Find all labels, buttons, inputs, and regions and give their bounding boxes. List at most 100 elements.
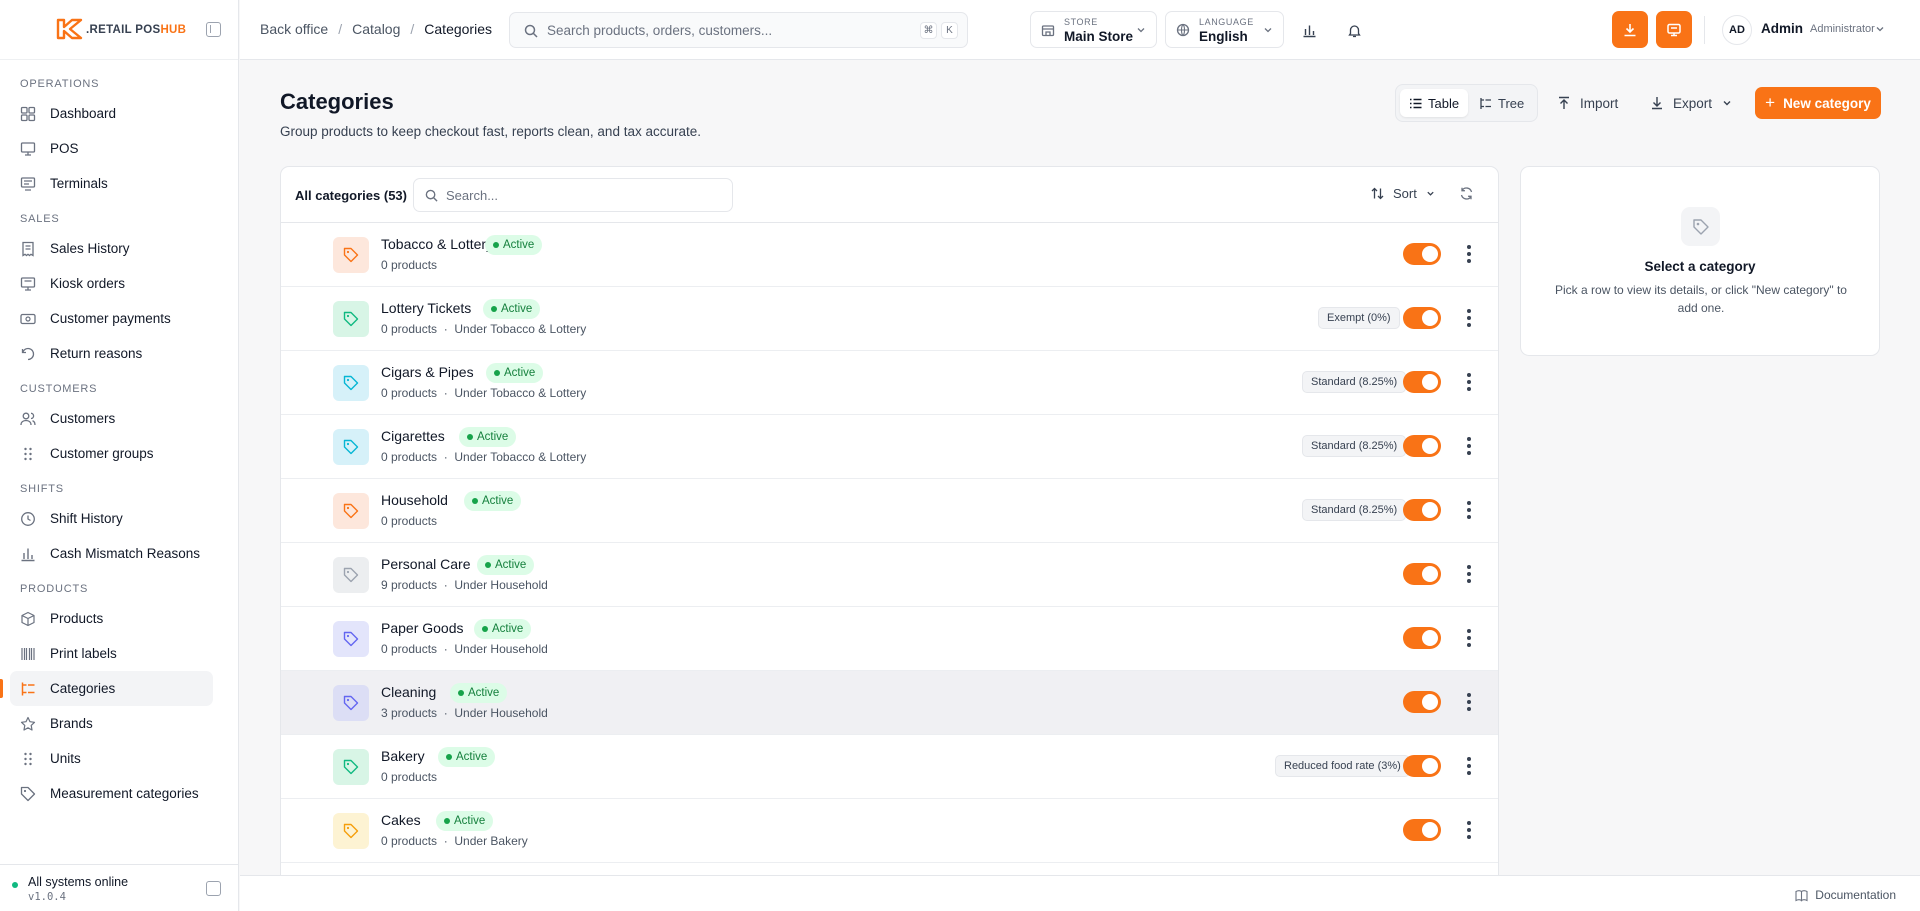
parent-category: Under Household bbox=[454, 578, 548, 592]
search-placeholder: Search... bbox=[446, 188, 499, 203]
active-toggle[interactable] bbox=[1403, 819, 1441, 841]
breadcrumb-back-office[interactable]: Back office bbox=[260, 21, 328, 37]
table-row[interactable]: Lottery Tickets Active 0 products · Under … bbox=[281, 287, 1498, 351]
grid-icon bbox=[20, 446, 36, 462]
active-toggle[interactable] bbox=[1403, 755, 1441, 777]
more-actions-icon[interactable] bbox=[1466, 821, 1472, 839]
sidebar-item-label: Return reasons bbox=[50, 346, 143, 361]
parent-category: Under Tobacco & Lottery bbox=[454, 386, 587, 400]
detail-text: Pick a row to view its details, or click… bbox=[1555, 283, 1847, 315]
sidebar-item-return-reasons[interactable]: Return reasons bbox=[10, 336, 213, 371]
reports-button[interactable] bbox=[1295, 16, 1323, 44]
refresh-icon[interactable] bbox=[1459, 186, 1474, 201]
chevron-down-icon bbox=[1264, 28, 1272, 33]
active-toggle[interactable] bbox=[1403, 435, 1441, 457]
sidebar-item-pos[interactable]: POS bbox=[10, 131, 213, 166]
table-row[interactable]: Tobacco & Lottery Active 0 products bbox=[281, 223, 1498, 287]
more-actions-icon[interactable] bbox=[1466, 693, 1472, 711]
parent-category: Under Household bbox=[454, 642, 548, 656]
sidebar-nav: OPERATIONS Dashboard POS Terminals SALES Sale… bbox=[0, 60, 238, 811]
sidebar-item-label: Print labels bbox=[50, 646, 117, 661]
import-button[interactable]: Import bbox=[1557, 88, 1618, 118]
more-actions-icon[interactable] bbox=[1466, 501, 1472, 519]
sidebar-item-print-labels[interactable]: Print labels bbox=[10, 636, 213, 671]
table-row[interactable]: Paper Goods Active 0 products · Under Hous… bbox=[281, 607, 1498, 671]
page-subtitle: Group products to keep checkout fast, re… bbox=[280, 124, 701, 139]
product-count: 0 products bbox=[381, 642, 438, 656]
more-actions-icon[interactable] bbox=[1466, 373, 1472, 391]
table-row[interactable]: Personal Care Active 9 products · Under Ho… bbox=[281, 543, 1498, 607]
product-count: 9 products bbox=[381, 578, 438, 592]
sidebar-collapse-icon[interactable] bbox=[206, 22, 221, 37]
documentation-link[interactable]: Documentation bbox=[1795, 888, 1896, 902]
sidebar-item-cash-mismatch-reasons[interactable]: Cash Mismatch Reasons bbox=[10, 536, 213, 571]
chevron-down-icon[interactable] bbox=[1875, 24, 1885, 34]
sidebar-item-customer-groups[interactable]: Customer groups bbox=[10, 436, 213, 471]
more-actions-icon[interactable] bbox=[1466, 309, 1472, 327]
category-name: Cigarettes bbox=[381, 428, 445, 444]
sidebar-item-label: Products bbox=[50, 611, 104, 626]
avatar[interactable]: AD bbox=[1722, 15, 1752, 45]
active-toggle[interactable] bbox=[1403, 307, 1441, 329]
view-table-button[interactable]: Table bbox=[1400, 89, 1469, 117]
table-row[interactable]: Cigarettes Active 0 products · Under Tobac… bbox=[281, 415, 1498, 479]
active-toggle[interactable] bbox=[1403, 371, 1441, 393]
global-search-input[interactable]: Search products, orders, customers... ⌘ … bbox=[509, 12, 968, 48]
table-row[interactable]: Cleaning Active 3 products · Under Househo… bbox=[281, 671, 1498, 735]
sidebar-item-categories[interactable]: Categories bbox=[0, 671, 213, 706]
sidebar-item-brands[interactable]: Brands bbox=[10, 706, 213, 741]
sidebar-item-sales-history[interactable]: Sales History bbox=[10, 231, 213, 266]
category-meta: 0 products · Under Tobacco & Lottery bbox=[381, 322, 586, 336]
new-category-button[interactable]: + New category bbox=[1755, 87, 1881, 119]
active-toggle[interactable] bbox=[1403, 499, 1441, 521]
export-label: Export bbox=[1673, 95, 1713, 111]
user-name[interactable]: Admin bbox=[1761, 21, 1803, 36]
table-row[interactable]: Cakes Active 0 products · Under Bakery bbox=[281, 799, 1498, 863]
view-tree-button[interactable]: Tree bbox=[1470, 89, 1533, 117]
sidebar-toggle-icon[interactable] bbox=[206, 881, 221, 896]
bar-chart-icon bbox=[1303, 25, 1315, 37]
sidebar-item-kiosk-orders[interactable]: Kiosk orders bbox=[10, 266, 213, 301]
sidebar-item-customers[interactable]: Customers bbox=[10, 401, 213, 436]
sidebar-item-shift-history[interactable]: Shift History bbox=[10, 501, 213, 536]
tree-icon bbox=[20, 681, 36, 697]
sidebar-item-products[interactable]: Products bbox=[10, 601, 213, 636]
sidebar-item-measurement-categories[interactable]: Measurement categories bbox=[10, 776, 213, 811]
more-actions-icon[interactable] bbox=[1466, 565, 1472, 583]
table-row[interactable]: Household Active 0 products Standard (8.25%… bbox=[281, 479, 1498, 543]
table-row[interactable]: Bakery Active 0 products Reduced food rate … bbox=[281, 735, 1498, 799]
star-icon bbox=[20, 716, 36, 732]
status-badge: Active bbox=[483, 299, 541, 319]
active-toggle[interactable] bbox=[1403, 691, 1441, 713]
sidebar-item-dashboard[interactable]: Dashboard bbox=[10, 96, 213, 131]
category-name: Cleaning bbox=[381, 684, 437, 700]
active-toggle[interactable] bbox=[1403, 563, 1441, 585]
product-count: 0 products bbox=[381, 386, 438, 400]
notifications-button[interactable] bbox=[1340, 16, 1368, 44]
active-toggle[interactable] bbox=[1403, 627, 1441, 649]
more-actions-icon[interactable] bbox=[1466, 245, 1472, 263]
sidebar-item-customer-payments[interactable]: Customer payments bbox=[10, 301, 213, 336]
store-selector[interactable]: STORE Main Store bbox=[1030, 11, 1157, 48]
sidebar-item-units[interactable]: Units bbox=[10, 741, 213, 776]
download-button[interactable] bbox=[1612, 11, 1648, 48]
sidebar-item-terminals[interactable]: Terminals bbox=[10, 166, 213, 201]
table-row[interactable]: Cigars & Pipes Active 0 products · Under T… bbox=[281, 351, 1498, 415]
active-toggle[interactable] bbox=[1403, 243, 1441, 265]
status-badge: Active bbox=[450, 683, 508, 703]
sort-button[interactable]: Sort bbox=[1371, 186, 1444, 201]
open-pos-button[interactable] bbox=[1656, 11, 1692, 48]
breadcrumb-catalog[interactable]: Catalog bbox=[352, 21, 400, 37]
divider bbox=[1704, 16, 1705, 44]
language-selector[interactable]: LANGUAGE English bbox=[1165, 11, 1284, 48]
download-icon bbox=[1624, 23, 1636, 36]
more-actions-icon[interactable] bbox=[1466, 757, 1472, 775]
monitor-icon bbox=[20, 141, 36, 157]
category-search-input[interactable]: Search... bbox=[413, 178, 733, 212]
sidebar-item-label: Categories bbox=[50, 681, 116, 696]
export-button[interactable]: Export bbox=[1650, 88, 1732, 118]
more-actions-icon[interactable] bbox=[1466, 437, 1472, 455]
logo[interactable]: .RETAIL POSHUB bbox=[0, 0, 238, 60]
payment-icon bbox=[20, 311, 36, 327]
more-actions-icon[interactable] bbox=[1466, 629, 1472, 647]
